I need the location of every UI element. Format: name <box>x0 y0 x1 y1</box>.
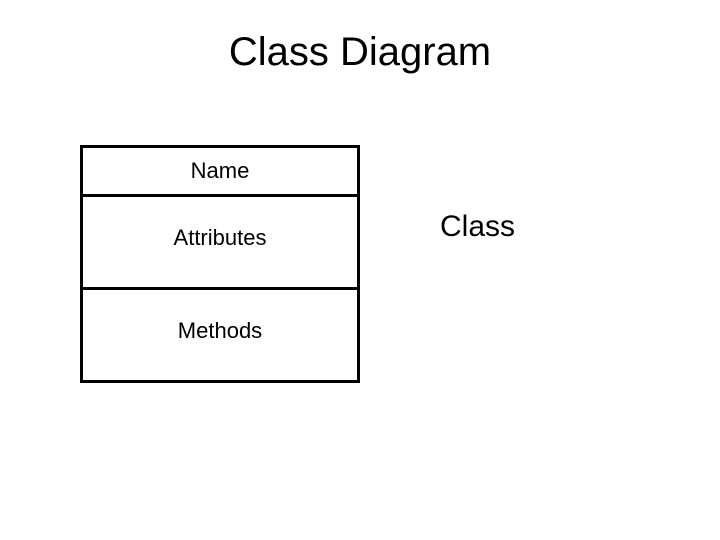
uml-class-box: Name Attributes Methods <box>80 145 360 383</box>
class-label: Class <box>440 210 515 244</box>
class-name-compartment: Name <box>83 148 357 197</box>
class-methods-compartment: Methods <box>83 290 357 380</box>
class-attributes-compartment: Attributes <box>83 197 357 290</box>
page-title: Class Diagram <box>0 30 720 75</box>
